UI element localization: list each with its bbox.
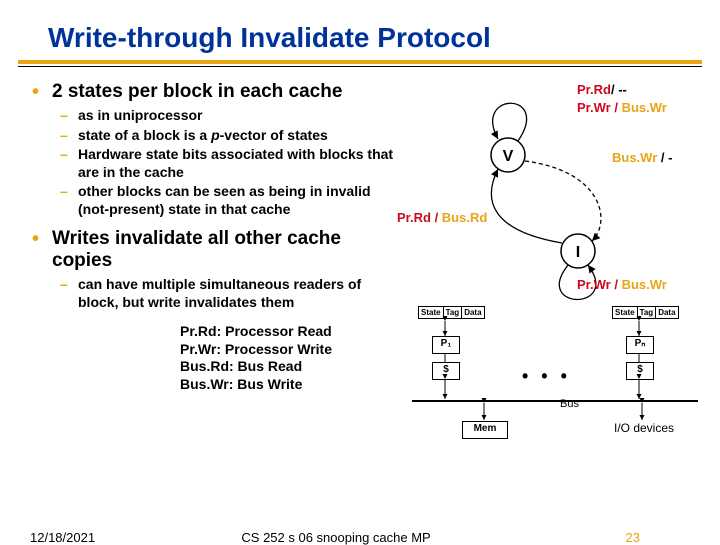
sub-1-3: Hardware state bits associated with bloc… — [74, 146, 402, 181]
body-text: 2 states per block in each cache as in u… — [30, 81, 402, 411]
state-diagram: V I Pr.Rd/ -- Pr.Wr / Bus.Wr Bus.Wr / - — [402, 81, 702, 301]
svg-text:V: V — [503, 148, 514, 165]
divider-thick — [18, 60, 702, 64]
sub-1-2: state of a block is a p-vector of states — [74, 127, 402, 145]
sub-2-1: can have multiple simultaneous readers o… — [74, 276, 402, 311]
bullet-2: Writes invalidate all other cache copies… — [48, 228, 402, 311]
sub-1-4: other blocks can be seen as being in inv… — [74, 183, 402, 218]
abbreviations: Pr.Rd: Processor Read Pr.Wr: Processor W… — [180, 323, 402, 393]
bus-diagram: StateTagData StateTagData P₁ $ Pₙ $ • • … — [402, 306, 712, 466]
divider-thin — [18, 66, 702, 67]
bullet-1: 2 states per block in each cache as in u… — [48, 81, 402, 218]
sub-1-1: as in uniprocessor — [74, 107, 402, 125]
page-title: Write-through Invalidate Protocol — [0, 0, 720, 60]
svg-text:I: I — [576, 244, 580, 261]
